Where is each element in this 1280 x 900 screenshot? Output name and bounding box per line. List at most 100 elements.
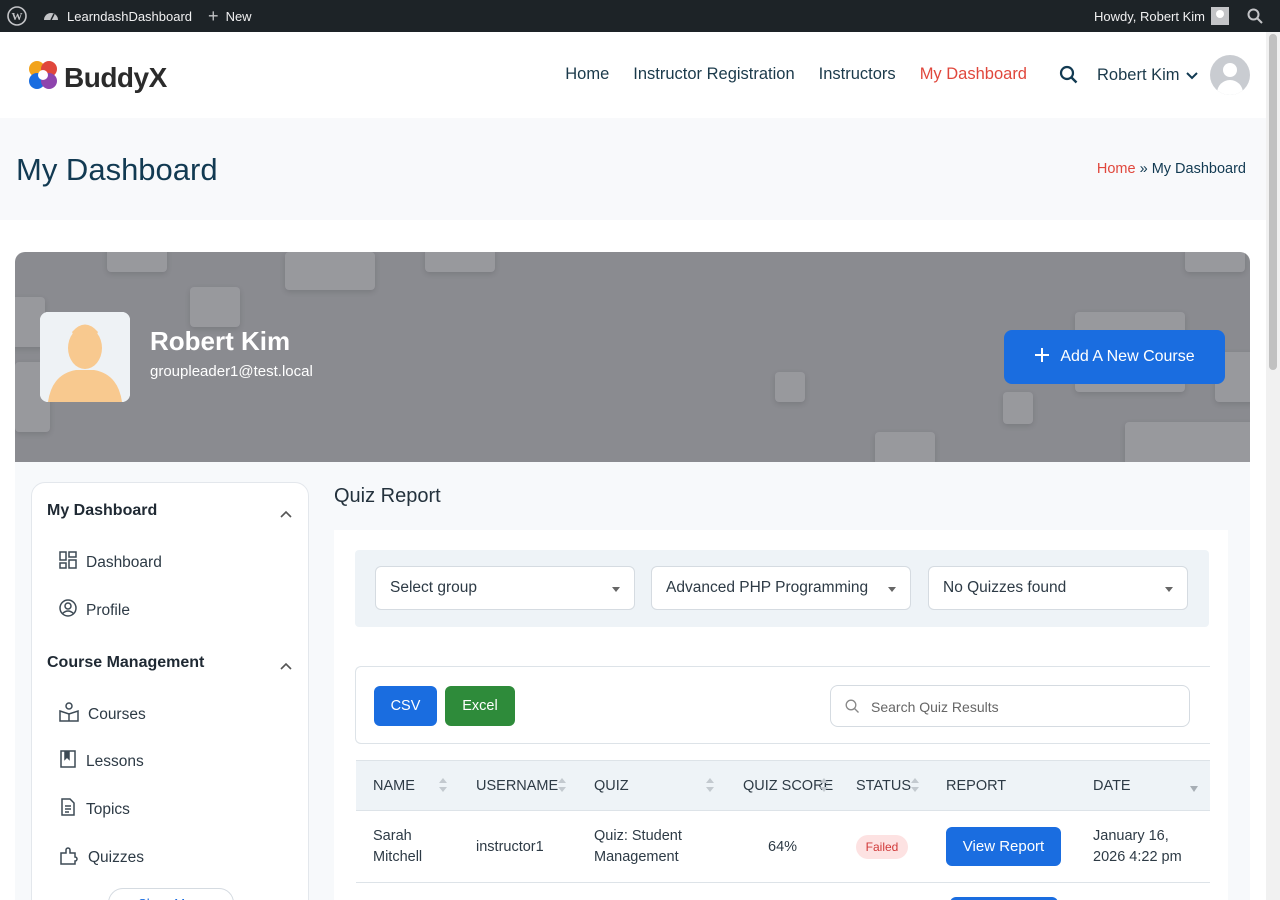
quiz-select[interactable]: No Quizzes found — [928, 566, 1188, 610]
column-header-status[interactable]: STATUS — [856, 778, 911, 794]
breadcrumb-home[interactable]: Home — [1097, 161, 1136, 177]
cell-quiz-score: 64% — [768, 839, 798, 855]
column-header-date[interactable]: DATE — [1093, 778, 1131, 794]
chevron-up-icon[interactable] — [280, 505, 292, 523]
show-more-button[interactable]: Show More — [108, 888, 234, 900]
user-avatar[interactable] — [1210, 55, 1250, 95]
admin-bar-new-label: New — [225, 8, 252, 24]
excel-export-button[interactable]: Excel — [445, 686, 515, 726]
chevron-down-icon — [1185, 66, 1198, 85]
sort-icon[interactable] — [439, 778, 447, 794]
dashboard-grid-icon — [59, 551, 77, 574]
header-search-icon[interactable] — [1059, 65, 1078, 89]
admin-bar-site-name: LearndashDashboard — [67, 8, 193, 24]
column-header-name[interactable]: NAME — [373, 778, 415, 794]
user-menu-name: Robert Kim — [1097, 66, 1180, 84]
csv-export-button[interactable]: CSV — [374, 686, 437, 726]
sidebar-item-label: Lessons — [86, 752, 144, 770]
sort-desc-icon[interactable] — [1190, 786, 1198, 792]
admin-bar-site[interactable]: LearndashDashboard — [35, 0, 200, 32]
cell-date: January 16, 2026 4:22 pm — [1093, 828, 1182, 865]
scrollbar-thumb[interactable] — [1269, 34, 1277, 370]
plus-icon: + — [208, 5, 219, 26]
sidebar-item-label: Dashboard — [86, 553, 162, 571]
group-select[interactable]: Select group — [375, 566, 635, 610]
sidebar-item-label: Topics — [86, 800, 130, 818]
table-row: Sarah Mitchell instructor1 Quiz: Student… — [356, 811, 1210, 883]
page-title-band: My Dashboard Home » My Dashboard — [0, 118, 1266, 220]
book-open-icon — [59, 702, 79, 727]
sort-icon[interactable] — [820, 778, 828, 794]
profile-email: groupleader1@test.local — [150, 363, 313, 380]
site-header: BuddyX Home Instructor Registration Inst… — [0, 32, 1266, 118]
sidebar-item-label: Courses — [88, 705, 146, 723]
group-select-value: Select group — [390, 579, 478, 596]
profile-name: Robert Kim — [150, 326, 291, 356]
column-header-quiz[interactable]: QUIZ — [594, 778, 629, 794]
wordpress-logo-icon[interactable]: W — [0, 0, 35, 32]
buddyx-logo-icon — [26, 58, 60, 97]
sidebar-item-lessons[interactable]: Lessons — [59, 750, 144, 773]
nav-instructor-registration[interactable]: Instructor Registration — [633, 65, 794, 84]
cell-name: Sarah Mitchell — [373, 828, 423, 865]
table-row-partial — [356, 883, 1210, 900]
column-header-report: REPORT — [946, 778, 1007, 794]
add-new-course-button[interactable]: Add A New Course — [1004, 330, 1225, 384]
logo-text: BuddyX — [64, 61, 167, 93]
chevron-up-icon[interactable] — [280, 657, 292, 675]
sidebar-section-my-dashboard[interactable]: My Dashboard — [47, 502, 157, 520]
bookmark-icon — [59, 750, 77, 773]
sidebar-section-course-management[interactable]: Course Management — [47, 654, 204, 672]
caret-down-icon — [612, 587, 620, 592]
search-quiz-results-input[interactable] — [871, 696, 1171, 718]
nav-instructors[interactable]: Instructors — [819, 65, 896, 84]
sidebar-item-label: Profile — [86, 601, 130, 619]
sidebar-item-topics[interactable]: Topics — [59, 798, 130, 821]
dashboard-sidebar: My Dashboard Dashboard Profile Course Ma… — [31, 482, 309, 900]
breadcrumb-separator: » — [1139, 161, 1148, 177]
admin-bar-greeting: Howdy, Robert Kim — [1093, 8, 1205, 24]
quiz-select-value: No Quizzes found — [943, 579, 1067, 596]
caret-down-icon — [888, 587, 896, 592]
nav-home[interactable]: Home — [565, 65, 609, 84]
sort-icon[interactable] — [911, 778, 919, 794]
table-header: NAME USERNAME QUIZ QUIZ SCORE STATUS REP… — [356, 760, 1210, 811]
admin-bar-new[interactable]: + New — [200, 0, 260, 32]
document-icon — [59, 798, 77, 821]
view-report-button[interactable]: View Report — [946, 827, 1061, 866]
dashboard-icon — [43, 8, 59, 25]
profile-avatar[interactable] — [40, 312, 130, 402]
caret-down-icon — [1165, 587, 1173, 592]
breadcrumb-current: My Dashboard — [1151, 161, 1246, 177]
page-title: My Dashboard — [16, 152, 218, 187]
sidebar-item-profile[interactable]: Profile — [59, 599, 130, 622]
sidebar-item-label: Quizzes — [88, 848, 144, 866]
quiz-report-title: Quiz Report — [334, 485, 441, 507]
status-badge: Failed — [856, 835, 908, 859]
page-scrollbar[interactable] — [1266, 32, 1280, 900]
course-select[interactable]: Advanced PHP Programming — [651, 566, 911, 610]
breadcrumb: Home » My Dashboard — [1097, 161, 1246, 177]
search-icon — [845, 699, 860, 719]
sidebar-item-courses[interactable]: Courses — [59, 702, 146, 727]
nav-my-dashboard[interactable]: My Dashboard — [920, 65, 1027, 84]
sort-icon[interactable] — [706, 778, 714, 794]
site-logo[interactable]: BuddyX — [26, 58, 167, 97]
sort-icon[interactable] — [558, 778, 566, 794]
add-new-course-label: Add A New Course — [1060, 348, 1195, 365]
user-menu[interactable]: Robert Kim — [1097, 66, 1198, 85]
column-header-username[interactable]: USERNAME — [476, 778, 558, 794]
quiz-search — [830, 685, 1190, 727]
admin-bar-search-icon[interactable] — [1239, 0, 1280, 32]
course-select-value: Advanced PHP Programming — [666, 579, 869, 596]
cell-username: instructor1 — [476, 839, 544, 855]
puzzle-icon — [59, 845, 79, 870]
admin-bar: W LearndashDashboard + New Howdy, Robert… — [0, 0, 1280, 32]
sidebar-item-dashboard[interactable]: Dashboard — [59, 551, 162, 574]
admin-bar-account[interactable]: Howdy, Robert Kim — [1086, 0, 1239, 32]
cell-quiz: Quiz: Student Management — [594, 828, 682, 865]
sidebar-item-quizzes[interactable]: Quizzes — [59, 845, 144, 870]
user-circle-icon — [59, 599, 77, 622]
plus-icon — [1034, 347, 1050, 368]
main-nav: Home Instructor Registration Instructors… — [565, 65, 1027, 84]
